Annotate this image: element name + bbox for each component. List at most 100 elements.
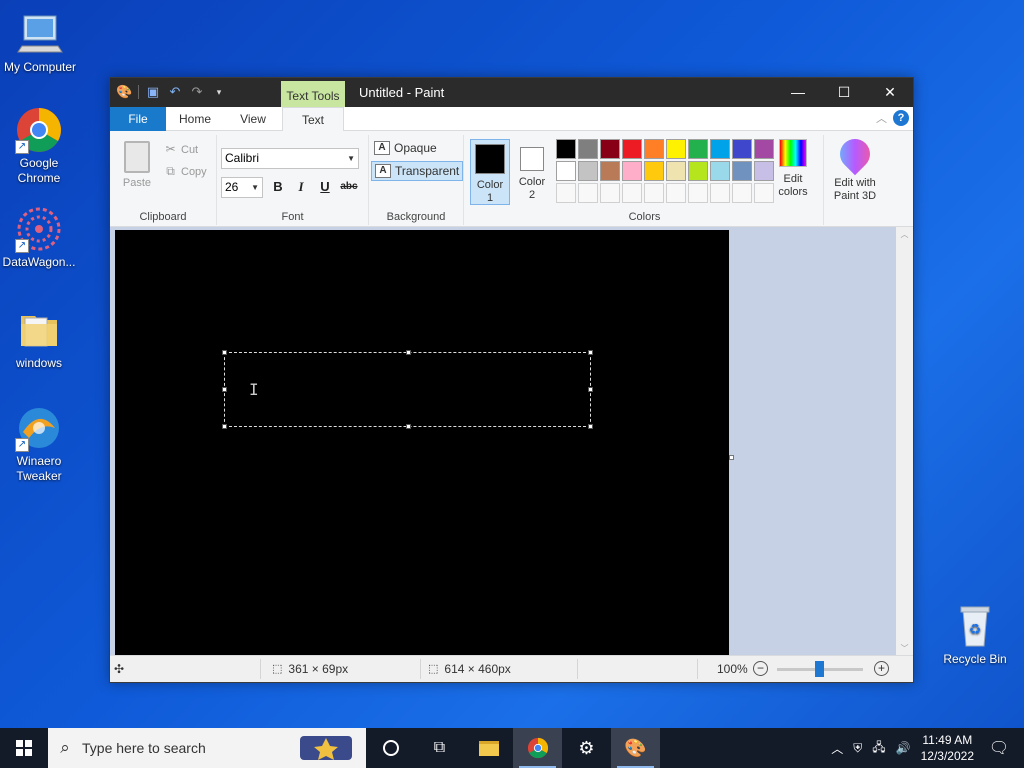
custom-color-swatch[interactable] xyxy=(644,183,664,203)
desktop-icon-winaero-tweaker[interactable]: ↗ Winaero Tweaker xyxy=(0,404,79,484)
network-icon[interactable]: 🖧 xyxy=(872,738,885,759)
taskbar-search-box[interactable]: ⌕ Type here to search xyxy=(48,728,366,768)
color-swatch[interactable] xyxy=(666,161,686,181)
background-group-label: Background xyxy=(386,211,446,223)
color-swatch[interactable] xyxy=(644,161,664,181)
notifications-icon[interactable]: 🗨 xyxy=(984,738,1014,758)
help-icon[interactable]: ? xyxy=(893,110,909,126)
cut-button[interactable]: ✂ Cut xyxy=(164,143,198,156)
font-family-select[interactable]: Calibri ▼ xyxy=(221,148,359,169)
settings-taskbar-button[interactable]: ⚙ xyxy=(562,728,611,768)
drawing-canvas[interactable]: I xyxy=(115,230,729,657)
color-swatch[interactable] xyxy=(556,139,576,159)
tab-file[interactable]: File xyxy=(110,107,166,131)
color-spectrum-icon xyxy=(779,139,807,167)
scroll-up-icon[interactable]: ︿ xyxy=(896,227,913,243)
color-swatch[interactable] xyxy=(644,139,664,159)
vertical-scrollbar[interactable]: ︿ ﹀ xyxy=(896,227,913,657)
color-swatch[interactable] xyxy=(600,139,620,159)
color2-button[interactable]: Color 2 xyxy=(512,139,552,205)
paint3d-group: Edit with Paint 3D xyxy=(824,132,886,225)
color-swatch[interactable] xyxy=(622,139,642,159)
zoom-in-button[interactable]: + xyxy=(874,661,889,676)
undo-icon[interactable]: ↶ xyxy=(167,84,183,100)
resize-handle[interactable] xyxy=(588,350,593,355)
text-box-selection[interactable] xyxy=(222,350,593,429)
desktop-icon-recycle-bin[interactable]: ♻ Recycle Bin xyxy=(935,602,1015,667)
custom-color-swatch[interactable] xyxy=(556,183,576,203)
desktop-icon-windows-folder[interactable]: windows xyxy=(0,306,79,371)
zoom-out-button[interactable]: − xyxy=(753,661,768,676)
color-swatch[interactable] xyxy=(578,161,598,181)
paint-app-icon[interactable]: 🎨 xyxy=(116,84,132,100)
color-swatch[interactable] xyxy=(710,161,730,181)
copy-button[interactable]: ⧉ Copy xyxy=(164,165,206,178)
color-swatch[interactable] xyxy=(578,139,598,159)
custom-color-swatch[interactable] xyxy=(578,183,598,203)
clock[interactable]: 11:49 AM 12/3/2022 xyxy=(921,732,974,764)
canvas-resize-handle[interactable] xyxy=(729,455,734,460)
resize-handle[interactable] xyxy=(406,350,411,355)
close-button[interactable]: ✕ xyxy=(867,78,913,107)
collapse-ribbon-icon[interactable]: ︿ xyxy=(876,110,887,126)
task-view-button[interactable]: ⧉ xyxy=(415,728,464,768)
security-icon[interactable]: ⛨ xyxy=(853,741,862,756)
color-swatch[interactable] xyxy=(732,139,752,159)
resize-handle[interactable] xyxy=(222,387,227,392)
custom-color-swatch[interactable] xyxy=(622,183,642,203)
chevron-up-icon[interactable]: ︿ xyxy=(831,740,843,757)
color-swatch[interactable] xyxy=(754,161,774,181)
tab-home[interactable]: Home xyxy=(166,107,224,131)
color-swatch[interactable] xyxy=(688,161,708,181)
paint-taskbar-button[interactable]: 🎨 xyxy=(611,728,660,768)
resize-handle[interactable] xyxy=(588,424,593,429)
resize-handle[interactable] xyxy=(588,387,593,392)
custom-color-swatch[interactable] xyxy=(666,183,686,203)
desktop-icon-datawagon[interactable]: ↗ DataWagon... xyxy=(0,205,79,270)
start-button[interactable] xyxy=(0,728,48,768)
chrome-taskbar-button[interactable] xyxy=(513,728,562,768)
custom-color-swatch[interactable] xyxy=(688,183,708,203)
color-swatch[interactable] xyxy=(710,139,730,159)
paste-button[interactable]: Paste xyxy=(118,141,156,189)
tab-text[interactable]: Text xyxy=(282,107,344,132)
color-swatch[interactable] xyxy=(732,161,752,181)
maximize-button[interactable]: ☐ xyxy=(821,78,867,107)
minimize-button[interactable]: — xyxy=(775,78,821,107)
transparent-option[interactable]: A Transparent xyxy=(371,161,464,181)
color-swatch[interactable] xyxy=(622,161,642,181)
resize-handle[interactable] xyxy=(406,424,411,429)
bold-button[interactable]: B xyxy=(268,177,288,197)
italic-button[interactable]: I xyxy=(291,177,311,197)
font-size-select[interactable]: 26 ▼ xyxy=(221,177,263,198)
strikethrough-button[interactable]: abc xyxy=(337,177,361,197)
zoom-slider-thumb[interactable] xyxy=(815,661,824,677)
font-size-value: 26 xyxy=(225,180,239,194)
tab-view[interactable]: View xyxy=(224,107,282,131)
dropdown-arrow-icon: ▼ xyxy=(347,154,355,163)
custom-color-swatch[interactable] xyxy=(754,183,774,203)
color-swatch[interactable] xyxy=(556,161,576,181)
redo-icon[interactable]: ↷ xyxy=(189,84,205,100)
custom-color-swatch[interactable] xyxy=(600,183,620,203)
cortana-button[interactable] xyxy=(366,728,415,768)
color-swatch[interactable] xyxy=(688,139,708,159)
edit-with-paint3d-button[interactable]: Edit with Paint 3D xyxy=(826,132,884,203)
custom-color-swatch[interactable] xyxy=(732,183,752,203)
resize-handle[interactable] xyxy=(222,350,227,355)
edit-colors-button[interactable]: Edit colors xyxy=(772,139,814,199)
color1-button[interactable]: Color 1 xyxy=(470,139,510,205)
volume-icon[interactable]: 🔊 xyxy=(896,741,911,755)
file-explorer-button[interactable] xyxy=(464,728,513,768)
save-icon[interactable]: ▣ xyxy=(145,84,161,100)
underline-button[interactable]: U xyxy=(315,177,335,197)
resize-handle[interactable] xyxy=(222,424,227,429)
desktop-icon-my-computer[interactable]: My Computer xyxy=(0,10,80,75)
custom-color-swatch[interactable] xyxy=(710,183,730,203)
color-swatch[interactable] xyxy=(600,161,620,181)
opaque-option[interactable]: A Opaque xyxy=(371,139,440,157)
color-swatch[interactable] xyxy=(666,139,686,159)
customize-qat-icon[interactable]: ▾ xyxy=(211,84,227,100)
desktop-icon-google-chrome[interactable]: ↗ Google Chrome xyxy=(0,106,79,186)
color-swatch[interactable] xyxy=(754,139,774,159)
